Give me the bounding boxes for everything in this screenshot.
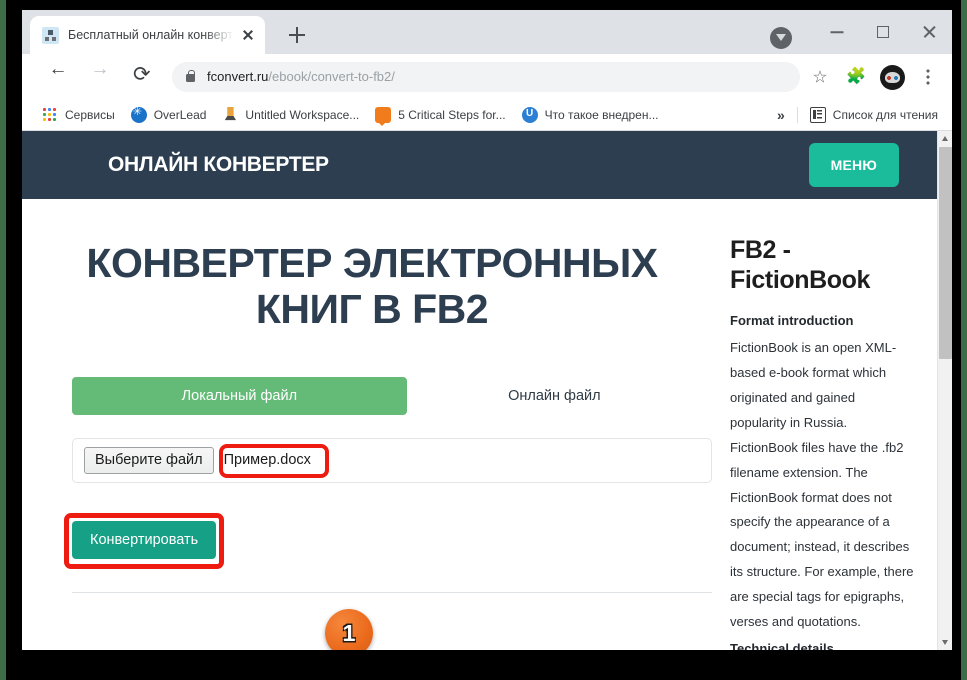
speech-bubble-icon — [375, 106, 392, 126]
source-tabs: Локальный файл Онлайн файл — [72, 376, 702, 415]
download-indicator-icon[interactable] — [770, 27, 792, 49]
scroll-up-arrow-icon[interactable] — [938, 131, 952, 146]
main-column: КОНВЕРТЕР ЭЛЕКТРОННЫХ КНИГ В FB2 Локальн… — [22, 199, 712, 650]
profile-avatar[interactable] — [876, 61, 908, 93]
scrollbar-thumb[interactable] — [939, 147, 952, 359]
reading-list-button[interactable]: Список для чтения — [809, 106, 938, 123]
bookmark-item-5-critical-steps[interactable]: 5 Critical Steps for... — [375, 106, 506, 126]
bookmark-item-servisy[interactable]: Сервисы — [42, 106, 115, 123]
page-scrollbar[interactable] — [937, 131, 952, 650]
browser-tab[interactable]: Бесплатный онлайн конвертер — [30, 16, 265, 54]
address-bar[interactable]: fconvert.ru/ebook/convert-to-fb2/ — [172, 61, 800, 92]
screenshot-outer-frame: Бесплатный онлайн конвертер fconvert.ru/… — [0, 0, 967, 680]
new-tab-button[interactable] — [284, 22, 310, 48]
sidebar-title: FB2 - FictionBook — [730, 236, 871, 294]
tab-title: Бесплатный онлайн конвертер — [68, 28, 237, 42]
apps-grid-icon — [42, 106, 58, 123]
site-logo: ОНЛАЙН КОНВЕРТЕР — [108, 153, 329, 176]
convert-button[interactable]: Конвертировать — [72, 520, 217, 559]
bookmark-item-overlead[interactable]: OverLead — [130, 105, 207, 123]
site-header: ОНЛАЙН КОНВЕРТЕР МЕНЮ — [22, 131, 937, 199]
bookmark-label: Untitled Workspace... — [245, 107, 360, 122]
tab-online-file[interactable]: Онлайн файл — [407, 377, 702, 415]
extensions-puzzle-icon[interactable]: 🧩 — [840, 61, 872, 93]
close-icon[interactable] — [239, 26, 257, 44]
scroll-down-arrow-icon[interactable] — [938, 635, 952, 650]
web-page: ОНЛАЙН КОНВЕРТЕР МЕНЮ КОНВЕРТЕР ЭЛЕКТРОН… — [22, 131, 937, 650]
choose-file-button[interactable]: Выберите файл — [84, 446, 214, 474]
sidebar-subtitle: Format introduction — [730, 313, 854, 328]
bookmark-item-untitled-workspace[interactable]: Untitled Workspace... — [222, 106, 360, 123]
bookmark-star-icon[interactable]: ☆ — [804, 61, 836, 93]
tab-local-file[interactable]: Локальный файл — [72, 376, 407, 415]
reload-button[interactable] — [126, 61, 158, 93]
url-text: fconvert.ru/ebook/convert-to-fb2/ — [207, 69, 395, 84]
bookmark-label: Что такое внедрен... — [544, 107, 659, 122]
bookmarks-divider — [796, 106, 798, 123]
content-divider — [72, 591, 712, 593]
kebab-menu-icon[interactable] — [912, 61, 944, 93]
browser-window: Бесплатный онлайн конвертер fconvert.ru/… — [22, 10, 952, 650]
menu-button[interactable]: МЕНЮ — [808, 143, 899, 187]
sidebar-subtitle-technical: Technical details — [730, 641, 834, 650]
maximize-button[interactable] — [860, 10, 906, 54]
reading-list-icon — [809, 106, 826, 123]
convert-button-wrapper: Конвертировать — [64, 512, 252, 569]
selected-file-name: Пример.docx — [223, 452, 311, 469]
tab-strip: Бесплатный онлайн конвертер — [22, 10, 952, 54]
browser-toolbar: fconvert.ru/ebook/convert-to-fb2/ ☆ 🧩 — [22, 54, 952, 99]
format-info-sidebar: FB2 - FictionBook Format introduction Fi… — [702, 199, 937, 650]
bookmark-label: OverLead — [153, 107, 207, 122]
minimize-button[interactable] — [814, 10, 860, 54]
file-input-row[interactable]: Выберите файл Пример.docx — [72, 437, 712, 483]
page-viewport: ОНЛАЙН КОНВЕРТЕР МЕНЮ КОНВЕРТЕР ЭЛЕКТРОН… — [22, 131, 952, 650]
lock-icon — [186, 69, 195, 82]
url-path: /ebook/convert-to-fb2/ — [268, 69, 395, 84]
bookmark-label: 5 Critical Steps for... — [398, 107, 506, 122]
page-title: КОНВЕРТЕР ЭЛЕКТРОННЫХ КНИГ В FB2 — [86, 240, 658, 332]
back-button[interactable] — [42, 59, 74, 93]
forward-button[interactable] — [84, 59, 116, 93]
bookmark-item-chto-takoe[interactable]: Что такое внедрен... — [521, 106, 659, 123]
sidebar-body-text: FictionBook is an open XML-based e-book … — [730, 339, 914, 630]
reading-list-label: Список для чтения — [832, 107, 938, 122]
u-circle-icon — [521, 106, 538, 123]
converter-favicon-icon — [42, 26, 59, 44]
window-close-button[interactable] — [906, 10, 952, 54]
window-controls — [770, 10, 952, 54]
step-badge-1: 1 — [325, 609, 373, 650]
page-content: КОНВЕРТЕР ЭЛЕКТРОННЫХ КНИГ В FB2 Локальн… — [22, 199, 937, 650]
bookmarks-bar: Сервисы OverLead Untitled Workspace... 5… — [22, 99, 952, 131]
pin-icon — [224, 106, 237, 121]
url-domain: fconvert.ru — [207, 69, 269, 84]
overlead-icon — [130, 105, 147, 123]
bookmark-label: Сервисы — [65, 107, 115, 122]
bookmarks-overflow-button[interactable]: » — [777, 107, 785, 123]
